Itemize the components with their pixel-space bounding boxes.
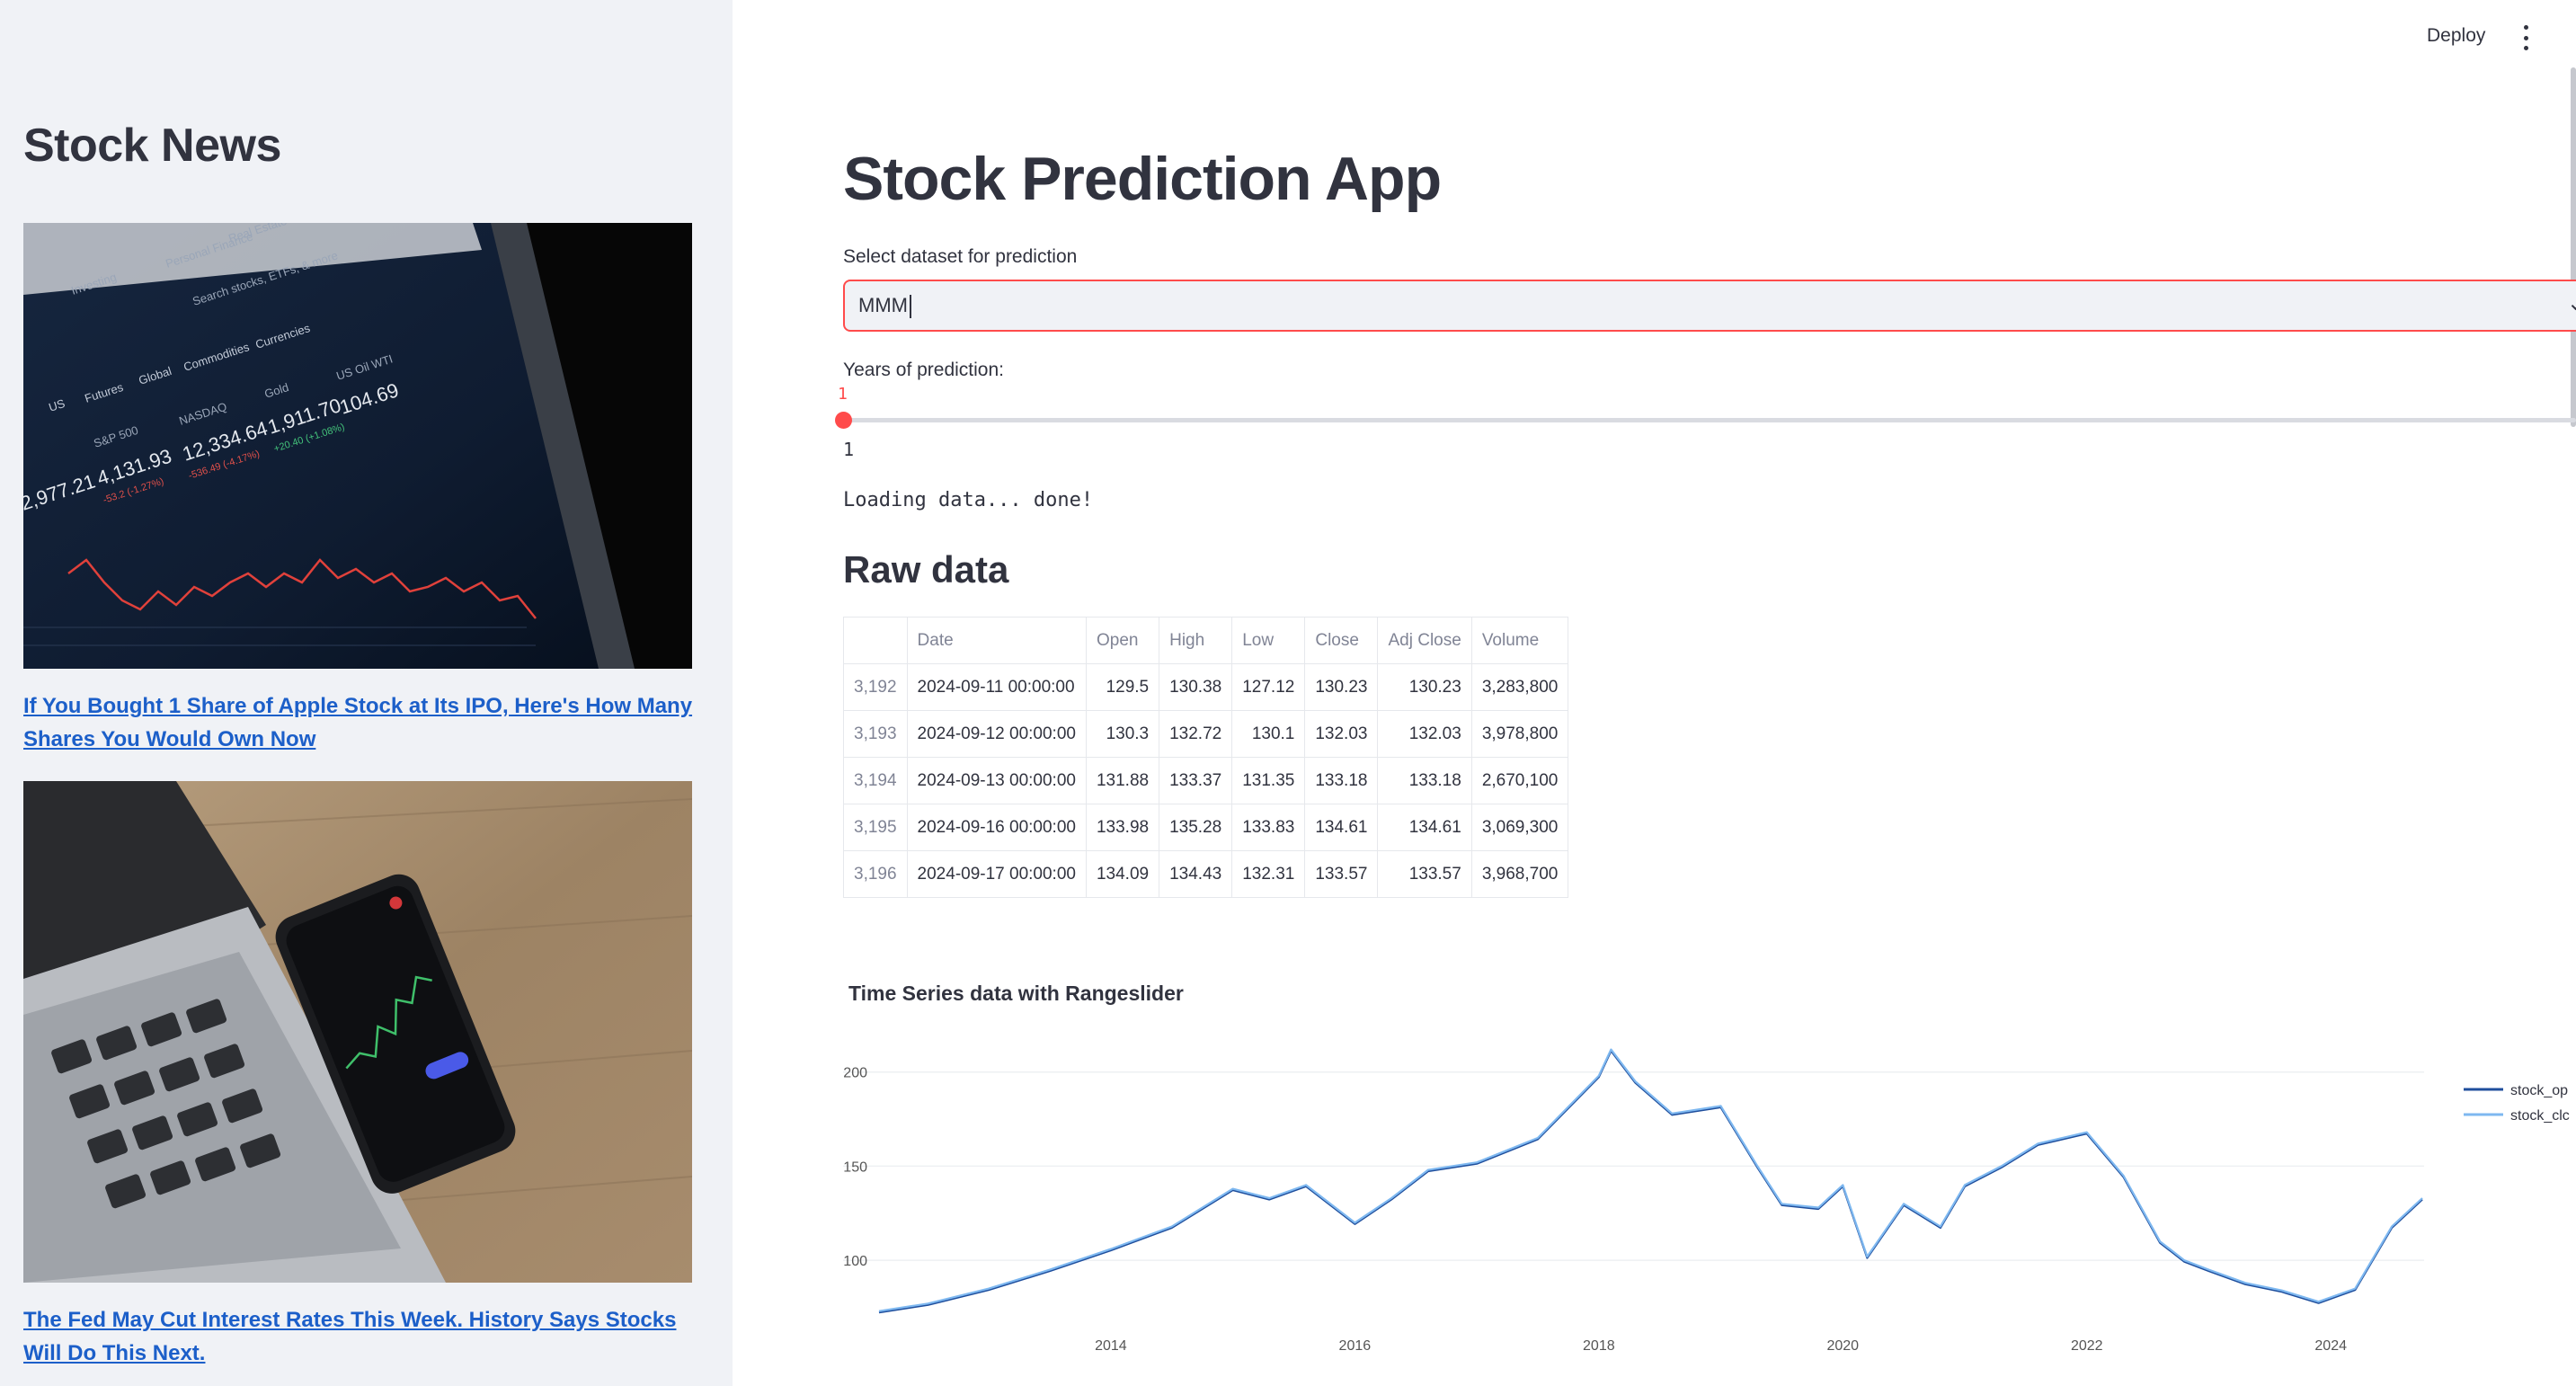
table-cell: 132.31 <box>1231 850 1306 898</box>
table-cell: 132.03 <box>1377 710 1472 758</box>
table-cell: 130.1 <box>1231 710 1306 758</box>
table-cell: 131.35 <box>1231 757 1306 804</box>
column-header[interactable]: Adj Close <box>1377 617 1472 664</box>
table-cell: 134.09 <box>1085 850 1160 898</box>
table-cell: 134.61 <box>1377 804 1472 851</box>
news-link-1[interactable]: If You Bought 1 Share of Apple Stock at … <box>23 689 706 756</box>
table-cell: 130.23 <box>1377 663 1472 711</box>
slider-current-value: 1 <box>838 385 848 404</box>
chart-title: Time Series data with Rangeslider <box>848 982 1184 1005</box>
table-cell: 129.5 <box>1085 663 1160 711</box>
table-cell: 133.18 <box>1304 757 1379 804</box>
table-row[interactable]: 3,193 2024-09-12 00:00:00 130.3 132.72 130.1… <box>843 710 1569 758</box>
table-cell: 135.28 <box>1159 804 1233 851</box>
column-header[interactable]: Date <box>906 617 1087 664</box>
table-cell: 133.37 <box>1159 757 1233 804</box>
table-cell: 2024-09-11 00:00:00 <box>906 663 1087 711</box>
table-cell: 132.03 <box>1304 710 1379 758</box>
series-line-stock-clc <box>878 1048 2423 1312</box>
table-cell: 131.88 <box>1085 757 1160 804</box>
table-cell: 133.83 <box>1231 804 1306 851</box>
table-cell: 134.43 <box>1159 850 1233 898</box>
table-row[interactable]: 3,196 2024-09-17 00:00:00 134.09 134.43 132.… <box>843 850 1569 898</box>
x-tick-label: 2022 <box>2071 1338 2103 1354</box>
dataset-select-value: MMM <box>858 294 911 319</box>
years-slider-track[interactable] <box>843 418 2576 422</box>
table-cell: 133.18 <box>1377 757 1472 804</box>
table-cell: 2,670,100 <box>1470 757 1569 804</box>
time-series-chart[interactable]: 100 150 200 2014 2016 2018 2020 2022 2024 stock_o… <box>733 1034 2576 1386</box>
x-tick-label: 2024 <box>2314 1338 2347 1354</box>
column-header[interactable]: Volume <box>1470 617 1569 664</box>
column-header[interactable]: Close <box>1304 617 1379 664</box>
x-tick-label: 2018 <box>1583 1338 1615 1354</box>
slider-min-value: 1 <box>843 439 855 460</box>
table-cell: 3,968,700 <box>1470 850 1569 898</box>
table-cell: 134.61 <box>1304 804 1379 851</box>
raw-data-title: Raw data <box>843 548 1009 591</box>
table-cell: 130.3 <box>1085 710 1160 758</box>
legend-item[interactable]: stock_clc <box>2510 1108 2570 1124</box>
table-header-row: Date Open High Low Close Adj Close Volume <box>843 617 1569 664</box>
column-header[interactable]: Open <box>1085 617 1160 664</box>
table-cell: 132.72 <box>1159 710 1233 758</box>
x-tick-label: 2016 <box>1339 1338 1372 1354</box>
loading-status: Loading data... done! <box>843 489 1094 511</box>
table-cell: 3,283,800 <box>1470 663 1569 711</box>
table-body: 3,192 2024-09-11 00:00:00 129.5 130.38 127.1… <box>843 663 1569 898</box>
slider-label: Years of prediction: <box>843 360 1005 380</box>
table-cell: 2024-09-16 00:00:00 <box>906 804 1087 851</box>
chevron-down-icon[interactable]: ⌄ <box>2567 290 2576 316</box>
column-header[interactable]: Low <box>1231 617 1306 664</box>
row-index: 3,195 <box>843 804 908 851</box>
table-cell: 3,069,300 <box>1470 804 1569 851</box>
table-cell: 3,978,800 <box>1470 710 1569 758</box>
news-image-phone-desk[interactable] <box>23 781 692 1283</box>
table-cell: 2024-09-12 00:00:00 <box>906 710 1087 758</box>
column-header[interactable] <box>843 617 908 664</box>
legend-item[interactable]: stock_op <box>2510 1083 2568 1098</box>
y-tick-label: 150 <box>843 1159 867 1175</box>
table-cell: 2024-09-13 00:00:00 <box>906 757 1087 804</box>
main-content: Stock Prediction App Select dataset for … <box>733 0 2576 1386</box>
column-header[interactable]: High <box>1159 617 1233 664</box>
y-tick-label: 100 <box>843 1254 867 1269</box>
years-slider-thumb[interactable] <box>835 412 852 429</box>
table-cell: 130.23 <box>1304 663 1379 711</box>
sidebar-title: Stock News <box>23 120 281 172</box>
news-image-trading-screen[interactable]: Investing Personal Finance Real Estate S… <box>23 223 692 669</box>
series-line-stock-op <box>878 1050 2423 1314</box>
x-tick-label: 2020 <box>1826 1338 1859 1354</box>
news-link-2[interactable]: The Fed May Cut Interest Rates This Week… <box>23 1303 706 1370</box>
table-cell: 127.12 <box>1231 663 1306 711</box>
y-tick-label: 200 <box>843 1066 867 1081</box>
table-row[interactable]: 3,195 2024-09-16 00:00:00 133.98 135.28 133.… <box>843 804 1569 851</box>
table-cell: 2024-09-17 00:00:00 <box>906 850 1087 898</box>
dataset-select[interactable]: MMM ⌄ <box>843 280 2576 332</box>
select-label: Select dataset for prediction <box>843 246 1078 267</box>
table-row[interactable]: 3,192 2024-09-11 00:00:00 129.5 130.38 127.1… <box>843 663 1569 711</box>
row-index: 3,192 <box>843 663 908 711</box>
raw-data-table[interactable]: Date Open High Low Close Adj Close Volume 3,19… <box>843 617 1569 898</box>
row-index: 3,194 <box>843 757 908 804</box>
table-cell: 130.38 <box>1159 663 1233 711</box>
table-row[interactable]: 3,194 2024-09-13 00:00:00 131.88 133.37 131.… <box>843 757 1569 804</box>
sidebar: Stock News Investing Personal Finance Re… <box>0 0 733 1386</box>
table-cell: 133.57 <box>1304 850 1379 898</box>
row-index: 3,193 <box>843 710 908 758</box>
x-tick-label: 2014 <box>1095 1338 1127 1354</box>
page-title: Stock Prediction App <box>843 145 1442 213</box>
row-index: 3,196 <box>843 850 908 898</box>
table-cell: 133.98 <box>1085 804 1160 851</box>
table-cell: 133.57 <box>1377 850 1472 898</box>
